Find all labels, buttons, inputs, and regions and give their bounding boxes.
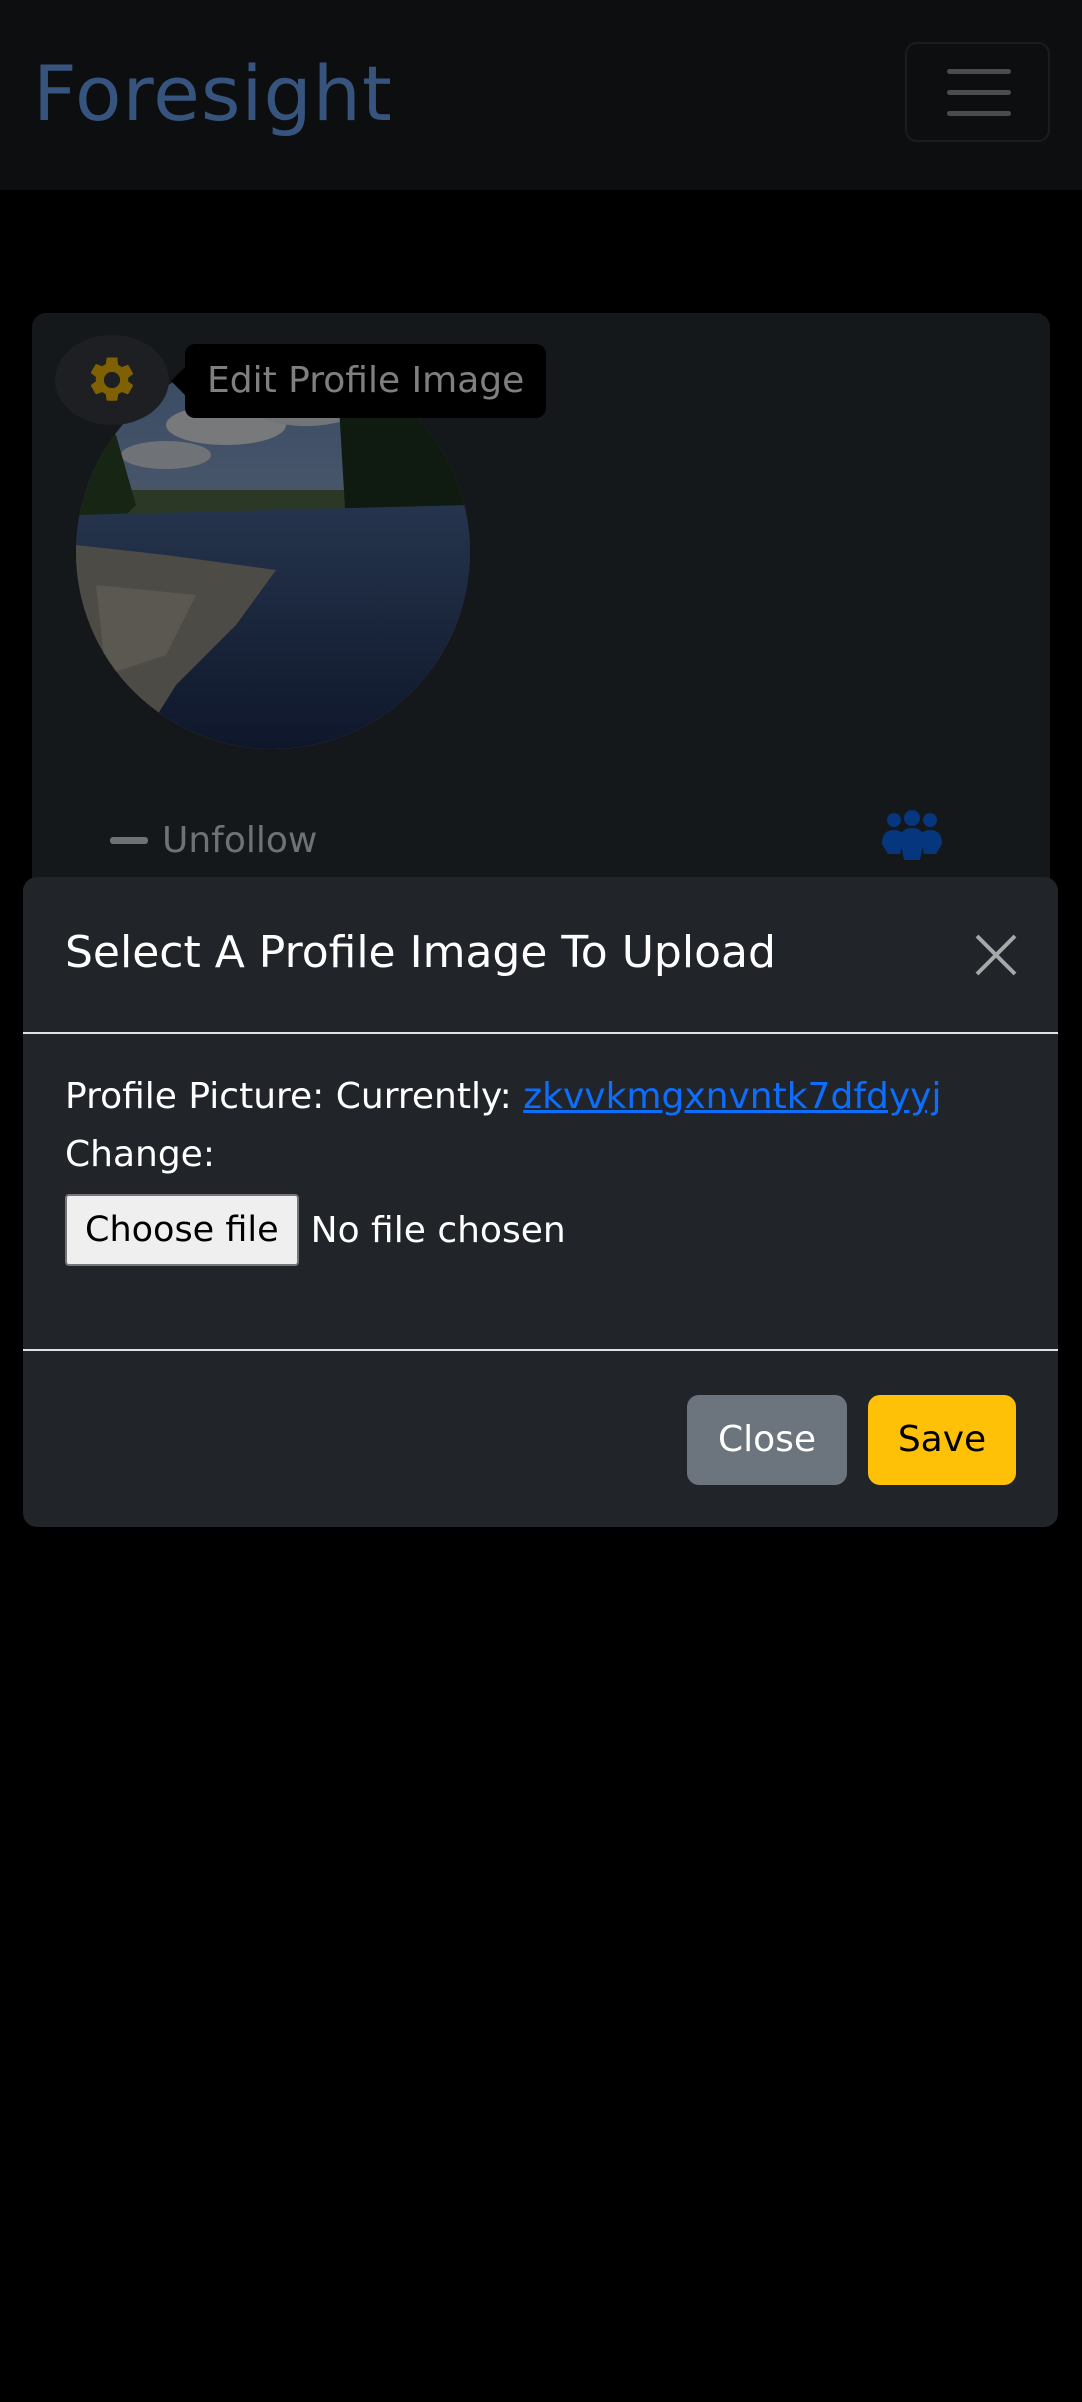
file-status-text: No file chosen (310, 1209, 566, 1251)
close-button[interactable]: Close (687, 1395, 847, 1485)
current-picture-line: Profile Picture: Currently: zkvvkmgxnvnt… (65, 1072, 941, 1122)
upload-profile-image-modal: Select A Profile Image To Upload Profile… (23, 877, 1058, 1527)
choose-file-button[interactable]: Choose file (65, 1194, 299, 1266)
change-label: Change: (65, 1134, 215, 1175)
current-picture-label: Profile Picture: Currently: (65, 1076, 524, 1117)
modal-title: Select A Profile Image To Upload (65, 927, 776, 978)
file-input[interactable]: Choose file No file chosen (65, 1194, 566, 1266)
modal-footer: Close Save (23, 1349, 1058, 1529)
modal-body: Profile Picture: Currently: zkvvkmgxnvnt… (23, 1034, 1058, 1266)
save-button[interactable]: Save (868, 1395, 1016, 1485)
modal-header: Select A Profile Image To Upload (23, 877, 1058, 1034)
close-icon[interactable] (973, 932, 1019, 978)
current-picture-link[interactable]: zkvvkmgxnvntk7dfdyyj (523, 1076, 941, 1117)
